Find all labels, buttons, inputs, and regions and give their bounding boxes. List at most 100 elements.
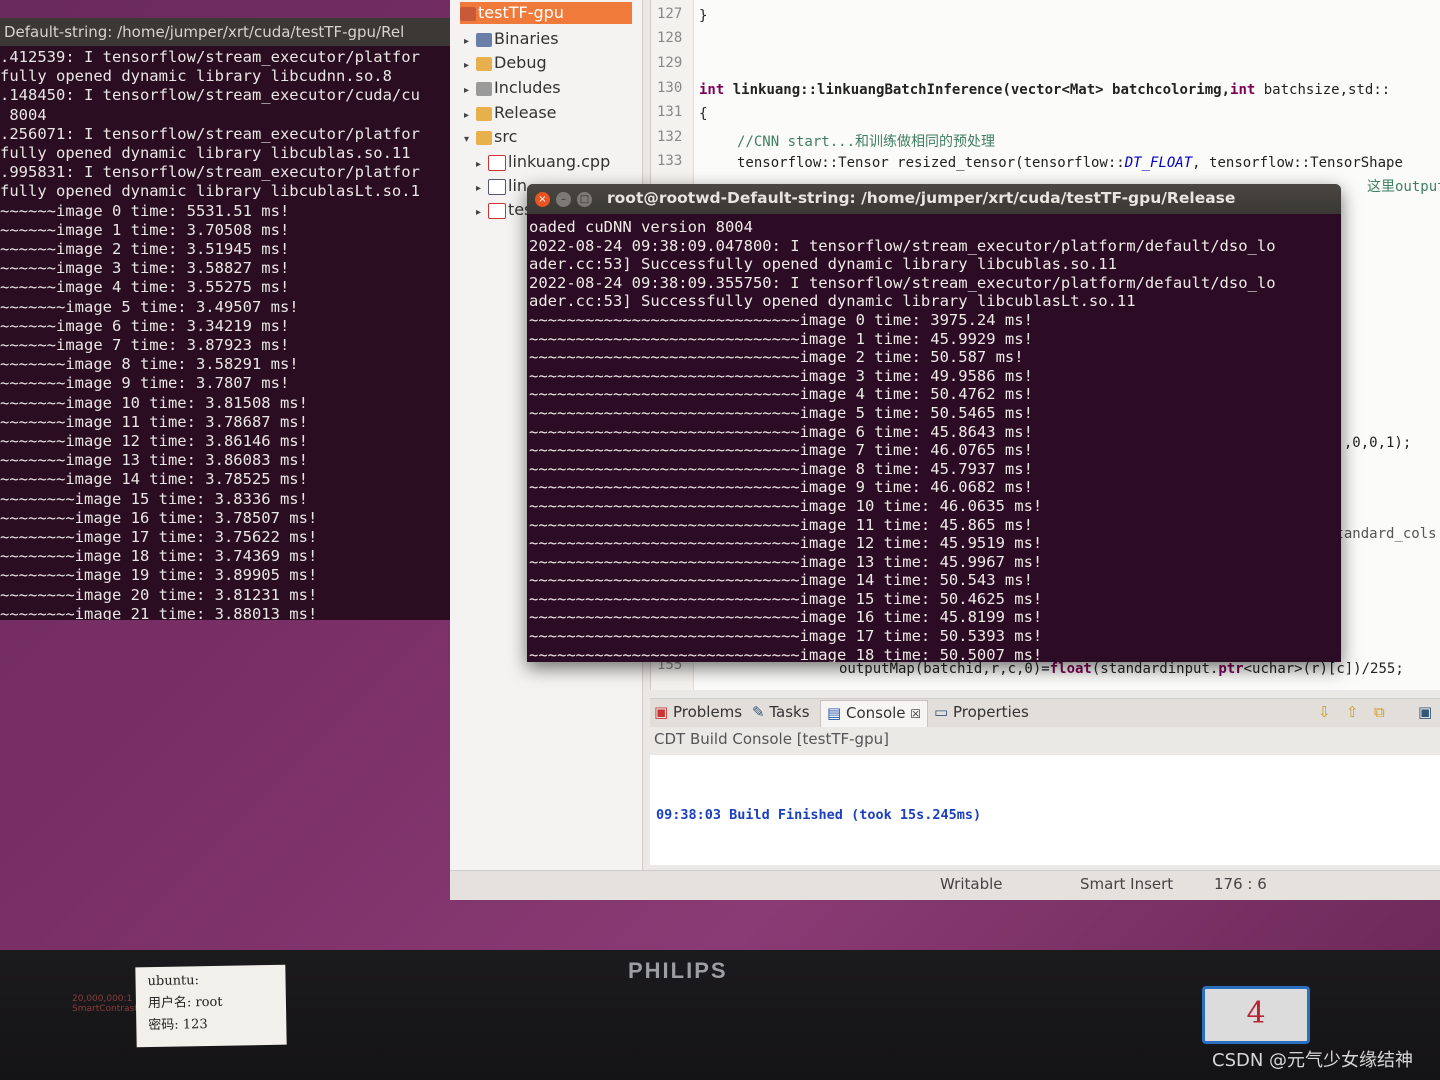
cpp-file-icon xyxy=(488,202,506,219)
expand-arrow-icon[interactable]: ▸ xyxy=(476,202,488,224)
project-icon xyxy=(460,6,476,21)
left-terminal-line: ~~~~~~image 0 time: 5531.51 ms! xyxy=(0,201,290,220)
left-terminal-line: ~~~~~~~image 14 time: 3.78525 ms! xyxy=(0,470,308,489)
expand-arrow-icon[interactable]: ▸ xyxy=(464,80,476,102)
center-terminal-line: ~~~~~~~~~~~~~~~~~~~~~~~~~~~~~image 7 tim… xyxy=(529,441,1033,460)
center-terminal-window[interactable]: × – □ root@rootwd-Default-string: /home/… xyxy=(527,184,1341,662)
left-terminal-title: Default-string: /home/jumper/xrt/cuda/te… xyxy=(0,18,470,46)
center-terminal-line: ~~~~~~~~~~~~~~~~~~~~~~~~~~~~~image 17 ti… xyxy=(529,627,1043,646)
expand-arrow-icon[interactable]: ▸ xyxy=(476,178,488,200)
left-terminal-line: fully opened dynamic library libcudnn.so… xyxy=(0,67,392,86)
center-terminal-output: oaded cuDNN version 8004 2022-08-24 09:38… xyxy=(527,214,1341,662)
center-terminal-line: ~~~~~~~~~~~~~~~~~~~~~~~~~~~~~image 2 tim… xyxy=(529,348,1024,367)
center-terminal-line: oaded cuDNN version 8004 xyxy=(529,218,753,236)
sticky-note: ubuntu: 用户名: root 密码: 123 xyxy=(135,964,287,1048)
tree-item-test-file[interactable]: ▸ tes xyxy=(476,199,532,221)
code-line-127: } xyxy=(699,8,708,24)
center-terminal-line: ~~~~~~~~~~~~~~~~~~~~~~~~~~~~~image 4 tim… xyxy=(529,385,1033,404)
tab-console[interactable]: ▤ Console ☒ xyxy=(820,700,929,727)
scroll-down-icon[interactable]: ⇩ xyxy=(1318,703,1331,721)
center-terminal-line: ~~~~~~~~~~~~~~~~~~~~~~~~~~~~~image 5 tim… xyxy=(529,403,1033,422)
left-terminal-line: .995831: I tensorflow/stream_executor/pl… xyxy=(0,163,420,182)
tab-properties[interactable]: ▭ Properties xyxy=(934,703,1029,721)
center-terminal-line: ~~~~~~~~~~~~~~~~~~~~~~~~~~~~~image 16 ti… xyxy=(529,608,1043,627)
left-terminal-line: ~~~~~~~~image 20 time: 3.81231 ms! xyxy=(0,585,318,604)
line-number: 128 xyxy=(657,30,683,46)
expand-arrow-icon[interactable]: ▸ xyxy=(476,154,488,176)
close-window-icon[interactable]: × xyxy=(535,192,550,207)
status-bar: Writable Smart Insert 176 : 6 xyxy=(450,870,1440,900)
terminal-title: root@rootwd-Default-string: /home/jumper… xyxy=(607,189,1236,207)
tree-item-release[interactable]: ▸ Release xyxy=(464,102,557,124)
properties-icon: ▭ xyxy=(934,703,949,721)
bottom-panel-tabs: ▣ Problems ✎ Tasks ▤ Console ☒ ▭ Propert… xyxy=(650,698,1440,727)
center-terminal-line: ~~~~~~~~~~~~~~~~~~~~~~~~~~~~~image 15 ti… xyxy=(529,589,1043,608)
tasks-icon: ✎ xyxy=(752,703,765,721)
terminal-title-bar[interactable]: × – □ root@rootwd-Default-string: /home/… xyxy=(527,184,1341,214)
monitor-brand-logo: PHILIPS xyxy=(628,958,728,983)
monitor-spec-label: 20,000,000:1 SmartContrast xyxy=(72,994,138,1014)
number-sticker: 4 xyxy=(1202,986,1310,1044)
status-writable: Writable xyxy=(940,875,1003,893)
center-terminal-line: ~~~~~~~~~~~~~~~~~~~~~~~~~~~~~image 12 ti… xyxy=(529,534,1043,553)
left-terminal-line: ~~~~~~~image 5 time: 3.49507 ms! xyxy=(0,297,299,316)
left-terminal-line: .256071: I tensorflow/stream_executor/pl… xyxy=(0,124,420,143)
minimize-view-icon[interactable]: ▣ xyxy=(1418,703,1432,721)
left-terminal-line: 8004 xyxy=(0,105,47,124)
tree-item-linkuang-cpp[interactable]: ▸ linkuang.cpp xyxy=(476,151,610,173)
code-line-132: //CNN start...和训练做相同的预处理 xyxy=(737,134,996,150)
console-title: CDT Build Console [testTF-gpu] xyxy=(654,730,889,748)
maximize-window-icon[interactable]: □ xyxy=(577,192,592,207)
pin-console-icon[interactable]: ⧉ xyxy=(1374,703,1385,721)
tree-item-testtf-gpu[interactable]: testTF-gpu xyxy=(460,2,632,24)
center-terminal-line: ~~~~~~~~~~~~~~~~~~~~~~~~~~~~~image 1 tim… xyxy=(529,329,1033,348)
left-terminal-output: .412539: I tensorflow/stream_executor/pl… xyxy=(0,46,470,620)
status-insert-mode: Smart Insert xyxy=(1080,875,1174,893)
left-terminal-line: ~~~~~~~image 11 time: 3.78687 ms! xyxy=(0,412,308,431)
binaries-icon xyxy=(476,32,492,47)
left-terminal-line: ~~~~~~~~image 15 time: 3.8336 ms! xyxy=(0,489,308,508)
tree-item-debug[interactable]: ▸ Debug xyxy=(464,52,547,74)
code-fragment: standard_cols xyxy=(1327,526,1437,542)
folder-icon xyxy=(476,56,492,71)
center-terminal-line: 2022-08-24 09:38:09.355750: I tensorflow… xyxy=(529,273,1276,292)
center-terminal-line: ader.cc:53] Successfully opened dynamic … xyxy=(529,292,1136,311)
tree-item-src[interactable]: ▾ src xyxy=(464,126,517,148)
center-terminal-line: ~~~~~~~~~~~~~~~~~~~~~~~~~~~~~image 0 tim… xyxy=(529,310,1033,329)
center-terminal-line: ~~~~~~~~~~~~~~~~~~~~~~~~~~~~~image 14 ti… xyxy=(529,571,1033,590)
minimize-window-icon[interactable]: – xyxy=(556,192,571,207)
source-folder-icon xyxy=(476,130,492,145)
console-output[interactable]: 09:38:03 Build Finished (took 15s.245ms) xyxy=(650,755,1440,865)
tab-problems[interactable]: ▣ Problems xyxy=(654,703,742,721)
line-number: 129 xyxy=(657,55,683,71)
line-number: 132 xyxy=(657,129,683,145)
expand-arrow-icon[interactable]: ▸ xyxy=(464,31,476,53)
center-terminal-line: ~~~~~~~~~~~~~~~~~~~~~~~~~~~~~image 18 ti… xyxy=(529,645,1043,662)
left-terminal-window[interactable]: Default-string: /home/jumper/xrt/cuda/te… xyxy=(0,18,470,620)
left-terminal-line: fully opened dynamic library libcublas.s… xyxy=(0,144,411,163)
scroll-up-icon[interactable]: ⇧ xyxy=(1346,703,1359,721)
code-line-133: tensorflow::Tensor resized_tensor(tensor… xyxy=(737,155,1403,171)
line-number: 127 xyxy=(657,6,683,22)
tree-item-linkuang-h[interactable]: ▸ lin xyxy=(476,175,527,197)
left-terminal-line: ~~~~~~image 6 time: 3.34219 ms! xyxy=(0,316,290,335)
left-terminal-line: ~~~~~~image 1 time: 3.70508 ms! xyxy=(0,220,290,239)
expand-arrow-icon[interactable]: ▸ xyxy=(464,55,476,77)
left-terminal-line: ~~~~~~~image 10 time: 3.81508 ms! xyxy=(0,393,308,412)
left-terminal-line: ~~~~~~~image 12 time: 3.86146 ms! xyxy=(0,432,308,451)
expand-arrow-icon[interactable]: ▸ xyxy=(464,105,476,127)
left-terminal-line: ~~~~~~image 3 time: 3.58827 ms! xyxy=(0,259,290,278)
collapse-arrow-icon[interactable]: ▾ xyxy=(464,129,476,151)
center-terminal-line: ~~~~~~~~~~~~~~~~~~~~~~~~~~~~~image 13 ti… xyxy=(529,552,1043,571)
left-terminal-line: fully opened dynamic library libcublasLt… xyxy=(0,182,420,201)
tree-item-includes[interactable]: ▸ Includes xyxy=(464,77,561,99)
close-icon[interactable]: ☒ xyxy=(910,707,921,721)
center-terminal-line: ader.cc:53] Successfully opened dynamic … xyxy=(529,255,1117,274)
tab-tasks[interactable]: ✎ Tasks xyxy=(752,703,810,721)
left-terminal-line: ~~~~~~~image 8 time: 3.58291 ms! xyxy=(0,355,299,374)
code-fragment-comment: 这里outputMa xyxy=(1367,179,1440,195)
header-file-icon xyxy=(488,178,506,195)
tree-item-binaries[interactable]: ▸ Binaries xyxy=(464,28,559,50)
left-terminal-line: ~~~~~~~~image 21 time: 3.88013 ms! xyxy=(0,604,318,620)
line-number: 133 xyxy=(657,153,683,169)
